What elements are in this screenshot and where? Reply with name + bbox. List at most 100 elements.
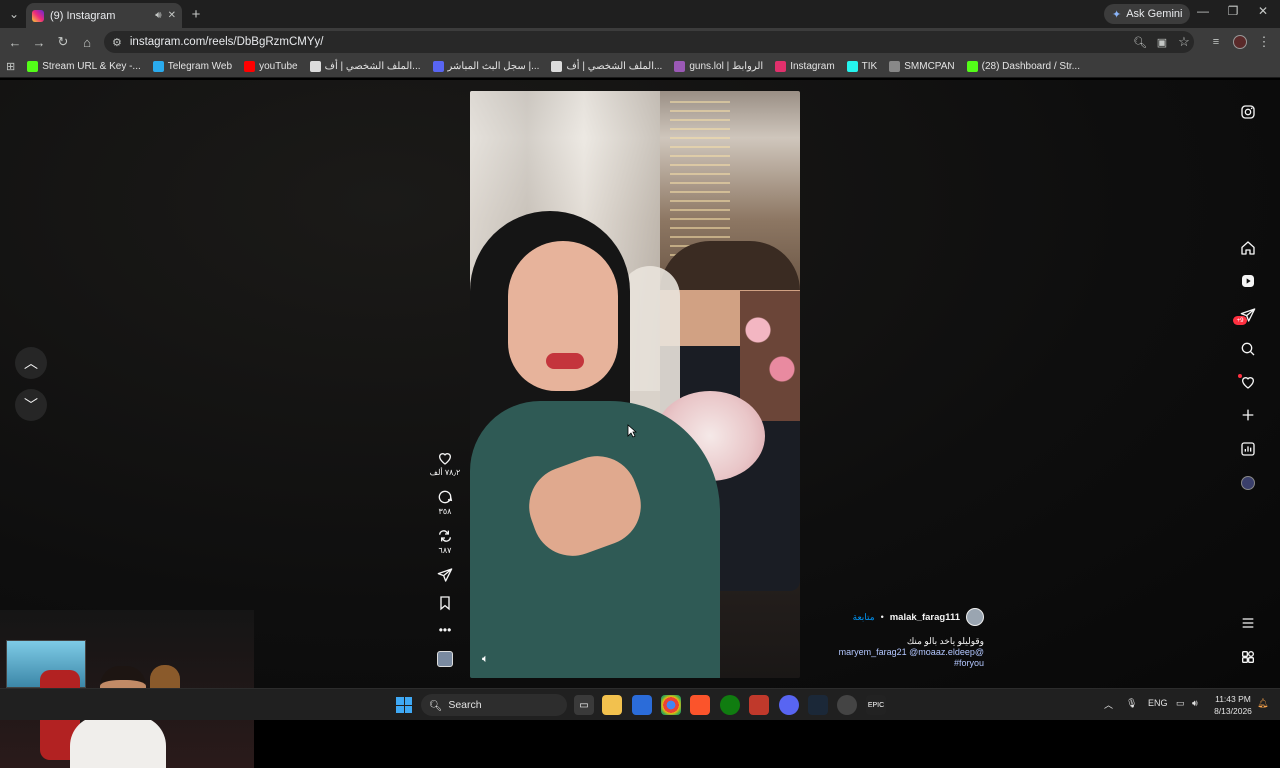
comment-button[interactable]: ٣٥٨ [437, 489, 453, 516]
clock-date: 8/13/2026 [1214, 706, 1252, 716]
next-reel-button[interactable]: ﹀ [15, 389, 47, 421]
profile-avatar[interactable] [1230, 32, 1250, 52]
file-explorer-icon[interactable] [602, 695, 622, 715]
network-icon[interactable]: ▭ [1176, 698, 1185, 709]
bookmark-item[interactable]: Instagram [775, 61, 835, 72]
minimize-icon[interactable]: — [1188, 4, 1218, 18]
bookmark-favicon-icon [775, 61, 787, 72]
bookmark-item[interactable]: guns.lol | الروابط [674, 61, 763, 72]
bookmark-item[interactable]: Telegram Web [152, 61, 232, 72]
nav-also-from-meta-icon[interactable] [1236, 645, 1260, 669]
notification-bell-icon[interactable]: 🔔︎ [1257, 698, 1268, 709]
chrome-icon[interactable] [661, 695, 681, 715]
microphone-icon[interactable]: 🎙︎ [1126, 698, 1137, 709]
audio-thumbnail[interactable] [437, 651, 453, 667]
steam-icon[interactable] [808, 695, 828, 715]
bookmarks-bar: ⊞ Stream URL & Key -... Telegram Web you… [0, 56, 1280, 78]
restore-icon[interactable]: ❐ [1218, 4, 1248, 18]
bookmark-item[interactable]: SMMCPAN [889, 61, 955, 72]
caption-mentions[interactable]: maryem_farag21 @moaaz.eldeep@ [790, 647, 984, 658]
send-icon [437, 568, 453, 582]
address-bar[interactable]: ⚙ instagram.com/reels/DbBgRzmCMYy/ [104, 31, 1194, 53]
like-button[interactable]: ٧٨٫٢ ألف [429, 450, 461, 477]
start-button[interactable] [396, 697, 412, 713]
store-icon[interactable] [632, 695, 652, 715]
capture-icon[interactable] [749, 695, 769, 715]
nav-profile-avatar[interactable] [1236, 471, 1260, 495]
tab-search-chevron-icon[interactable]: ⌄ [4, 4, 24, 24]
language-indicator[interactable]: ENG [1148, 698, 1168, 708]
close-window-icon[interactable]: ✕ [1248, 4, 1278, 18]
instagram-logo-icon[interactable] [1236, 100, 1260, 124]
reload-icon[interactable]: ↻ [53, 32, 73, 52]
discord-icon[interactable] [779, 695, 799, 715]
previous-reel-button[interactable]: ︿ [15, 347, 47, 379]
forward-icon[interactable]: → [29, 32, 49, 52]
more-options-icon[interactable]: ••• [439, 623, 452, 637]
reel-video[interactable]: 🔈︎ [470, 91, 800, 678]
nav-search-icon[interactable] [1236, 337, 1260, 361]
task-view-icon[interactable]: ▭ [574, 695, 594, 715]
bookmark-item[interactable]: سجل البث المباشر |... [432, 61, 539, 72]
share-button[interactable] [437, 567, 453, 583]
nav-create-icon[interactable] [1236, 403, 1260, 427]
back-icon[interactable]: ← [5, 32, 25, 52]
bookmark-favicon-icon [674, 61, 686, 72]
apps-grid-icon[interactable]: ⊞ [6, 60, 15, 73]
nav-reels-icon[interactable] [1236, 269, 1260, 293]
clock-time: 11:43 PM [1215, 694, 1251, 704]
tab-instagram[interactable]: (9) Instagram 🔊︎ ✕ [26, 3, 182, 28]
bookmark-item[interactable]: الملف الشخصي | أف... [551, 61, 662, 72]
menu-icon[interactable]: ⋮ [1254, 32, 1274, 52]
bookmark-item[interactable]: TIK [846, 61, 877, 72]
nav-home-icon[interactable] [1236, 236, 1260, 260]
video-flowers [740, 291, 800, 421]
url-text: instagram.com/reels/DbBgRzmCMYy/ [129, 36, 324, 48]
caption-hashtag[interactable]: #foryou [790, 658, 984, 669]
brave-icon[interactable] [690, 695, 710, 715]
close-tab-icon[interactable]: ✕ [168, 10, 176, 21]
speaker-icon[interactable]: 🔊︎ [155, 10, 161, 21]
save-button[interactable] [437, 595, 453, 611]
comment-count: ٣٥٨ [438, 507, 452, 516]
follow-button[interactable]: متابعة [853, 612, 875, 623]
xbox-icon[interactable] [720, 695, 740, 715]
mute-toggle-icon[interactable]: 🔈︎ [482, 653, 489, 666]
bookmark-star-icon[interactable]: ☆ [1174, 32, 1194, 52]
home-icon[interactable]: ⌂ [77, 32, 97, 52]
new-tab-button[interactable]: + [186, 4, 206, 24]
epic-games-icon[interactable]: EPIC [866, 695, 886, 715]
bookmark-favicon-icon [27, 61, 39, 72]
taskbar-search-label: Search [448, 699, 482, 711]
bookmark-item[interactable]: الملف الشخصي | أف... [309, 61, 421, 72]
like-count: ٧٨٫٢ ألف [429, 468, 461, 477]
site-info-icon[interactable]: ⚙ [112, 36, 122, 49]
tray-chevron-up-icon[interactable]: ︿ [1104, 698, 1113, 711]
clock[interactable]: 11:43 PM 8/13/2026 [1210, 693, 1256, 717]
taskbar-search[interactable]: 🔍︎ Search [421, 694, 567, 716]
username-link[interactable]: malak_farag111 [890, 612, 960, 623]
volume-icon[interactable]: 🔊︎ [1192, 698, 1198, 709]
bookmark-favicon-icon [432, 61, 444, 72]
messages-badge: +9 [1233, 316, 1247, 325]
bookmark-item[interactable]: youTube [244, 61, 298, 72]
obs-icon[interactable] [837, 695, 857, 715]
ask-gemini-button[interactable]: ✦ Ask Gemini [1104, 4, 1191, 24]
reel-actions: ٧٨٫٢ ألف ٣٥٨ ٦٨٧ ••• [428, 450, 462, 667]
reel-caption: متابعة • malak_farag111 وقوليلو ياخد بال… [790, 608, 984, 669]
taskbar: 🔍︎ Search ▭ EPIC ︿ 🎙︎ ENG ▭ 🔊︎ 11:43 PM … [0, 688, 1280, 720]
bookmark-favicon-icon [889, 61, 901, 72]
nav-more-menu-icon[interactable] [1236, 611, 1260, 635]
repost-button[interactable]: ٦٨٧ [437, 528, 453, 555]
media-controls-icon[interactable]: ≡ [1206, 32, 1226, 52]
user-avatar[interactable] [966, 608, 984, 626]
nav-dashboard-icon[interactable] [1236, 437, 1260, 461]
zoom-icon[interactable]: 🔍︎ [1130, 32, 1150, 52]
cast-icon[interactable]: ▣ [1152, 32, 1172, 52]
bookmark-item[interactable]: (28) Dashboard / Str... [966, 61, 1080, 72]
bookmark-item[interactable]: Stream URL & Key -... [27, 61, 141, 72]
heart-icon [438, 453, 451, 465]
browser-toolbar: ← → ↻ ⌂ ⚙ instagram.com/reels/DbBgRzmCMY… [0, 28, 1280, 56]
caption-user-row: متابعة • malak_farag111 [790, 608, 984, 626]
bookmark-favicon-icon [966, 61, 978, 72]
